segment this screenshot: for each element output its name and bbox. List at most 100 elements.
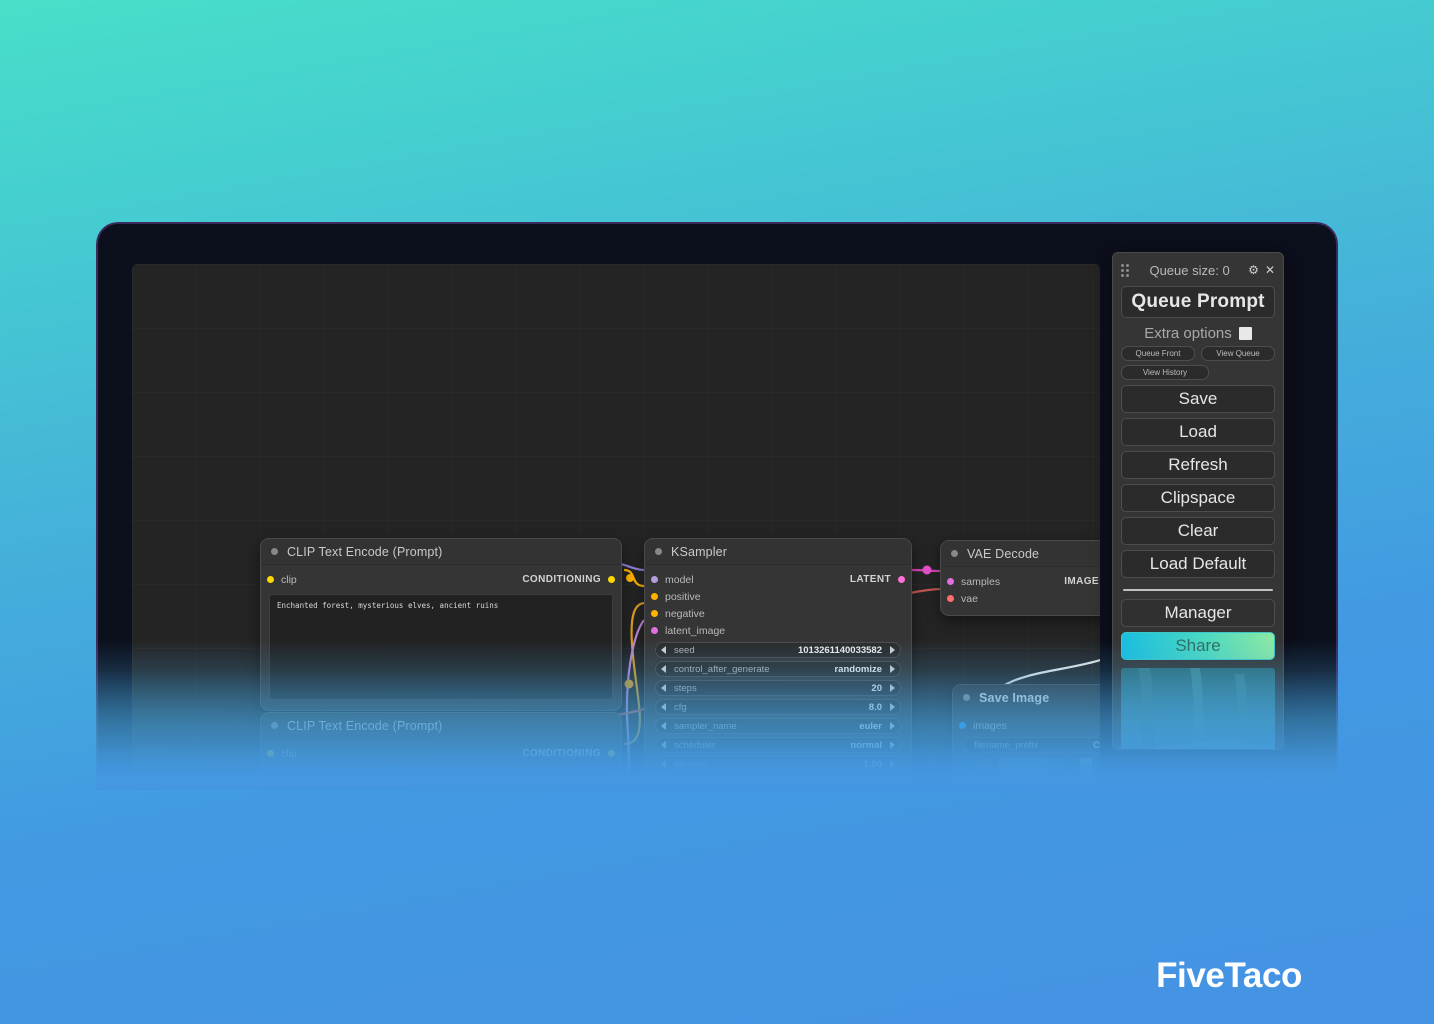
- queue-prompt-button[interactable]: Queue Prompt: [1121, 286, 1275, 318]
- port-vae-icon[interactable]: [947, 595, 954, 602]
- decrement-arrow-icon[interactable]: [661, 760, 666, 768]
- input-slot-label: vae: [961, 592, 978, 605]
- widget-scheduler[interactable]: scheduler normal: [655, 737, 901, 753]
- comfy-menu-panel[interactable]: Queue size: 0 ⚙ ✕ Queue Prompt Extra opt…: [1112, 252, 1284, 750]
- menu-image-preview[interactable]: [1121, 668, 1275, 749]
- node-title-bar[interactable]: CLIP Text Encode (Prompt): [261, 713, 621, 739]
- view-history-button[interactable]: View History: [1121, 365, 1209, 380]
- load-default-button[interactable]: Load Default: [1121, 550, 1275, 578]
- widget-value[interactable]: 1013261140033582: [798, 645, 882, 656]
- view-queue-button[interactable]: View Queue: [1201, 346, 1275, 361]
- extra-options-checkbox[interactable]: [1238, 327, 1252, 340]
- queue-actions-row: Queue Front View Queue: [1121, 346, 1275, 361]
- increment-arrow-icon[interactable]: [890, 684, 895, 692]
- close-icon[interactable]: ✕: [1265, 264, 1275, 276]
- share-button[interactable]: Share: [1121, 632, 1275, 660]
- port-negative-icon[interactable]: [651, 610, 658, 617]
- node-clip-text-encode-positive[interactable]: CLIP Text Encode (Prompt) clip CONDITION…: [260, 538, 622, 711]
- output-slot-conditioning[interactable]: CONDITIONING: [522, 574, 615, 585]
- decrement-arrow-icon[interactable]: [661, 722, 666, 730]
- decrement-arrow-icon[interactable]: [661, 646, 666, 654]
- node-clip-text-encode-negative[interactable]: CLIP Text Encode (Prompt) clip CONDITION…: [260, 712, 622, 782]
- increment-arrow-icon[interactable]: [890, 646, 895, 654]
- port-conditioning-icon[interactable]: [608, 750, 615, 757]
- menu-header: Queue size: 0 ⚙ ✕: [1121, 259, 1275, 281]
- port-latent-image-icon[interactable]: [651, 627, 658, 634]
- collapse-dot-icon[interactable]: [655, 548, 662, 555]
- widget-value[interactable]: 8.0: [869, 702, 882, 713]
- widget-denoise[interactable]: denoise 1.00: [655, 756, 901, 772]
- manager-button[interactable]: Manager: [1121, 599, 1275, 627]
- decrement-arrow-icon[interactable]: [661, 703, 666, 711]
- collapse-dot-icon[interactable]: [951, 550, 958, 557]
- node-save-image[interactable]: Save Image images filename_prefix ComfyU…: [952, 684, 1100, 782]
- queue-size-label: Queue size: 0: [1149, 262, 1230, 278]
- collapse-dot-icon[interactable]: [271, 548, 278, 555]
- input-slot-negative[interactable]: negative: [645, 605, 911, 622]
- port-positive-icon[interactable]: [651, 593, 658, 600]
- load-button[interactable]: Load: [1121, 418, 1275, 446]
- widget-sampler-name[interactable]: sampler_name euler: [655, 718, 901, 734]
- widget-cfg[interactable]: cfg 8.0: [655, 699, 901, 715]
- node-title-bar[interactable]: KSampler: [645, 539, 911, 565]
- save-button[interactable]: Save: [1121, 385, 1275, 413]
- widget-steps[interactable]: steps 20: [655, 680, 901, 696]
- node-title-bar[interactable]: CLIP Text Encode (Prompt): [261, 539, 621, 565]
- port-latent-icon[interactable]: [898, 576, 905, 583]
- increment-arrow-icon[interactable]: [890, 722, 895, 730]
- extra-options-row[interactable]: Extra options: [1121, 325, 1275, 342]
- node-graph-canvas[interactable]: CLIP Text Encode (Prompt) clip CONDITION…: [132, 264, 1100, 782]
- port-images-icon[interactable]: [959, 722, 966, 729]
- widget-value[interactable]: euler: [859, 721, 882, 732]
- output-slot-latent[interactable]: LATENT: [850, 574, 905, 585]
- node-title-bar[interactable]: Save Image: [953, 685, 1100, 711]
- drag-handle-icon[interactable]: [1121, 264, 1131, 277]
- input-slot-latent-image[interactable]: latent_image: [645, 622, 911, 639]
- output-slot-image[interactable]: IMAGE: [1064, 576, 1100, 587]
- widget-value[interactable]: ComfyUI: [1093, 740, 1100, 751]
- input-slot-clip[interactable]: clip: [267, 574, 297, 586]
- input-slot-images[interactable]: images: [953, 717, 1100, 734]
- node-title-label: VAE Decode: [967, 546, 1040, 561]
- generated-image-preview[interactable]: [961, 758, 1100, 782]
- port-samples-icon[interactable]: [947, 578, 954, 585]
- port-conditioning-icon[interactable]: [608, 576, 615, 583]
- widget-value[interactable]: 20: [871, 683, 882, 694]
- clear-button[interactable]: Clear: [1121, 517, 1275, 545]
- port-clip-icon[interactable]: [267, 576, 274, 583]
- decrement-arrow-icon[interactable]: [661, 684, 666, 692]
- node-body: samples IMAGE vae: [941, 567, 1100, 615]
- collapse-dot-icon[interactable]: [271, 722, 278, 729]
- decrement-arrow-icon[interactable]: [661, 665, 666, 673]
- node-title-bar[interactable]: VAE Decode: [941, 541, 1100, 567]
- decrement-arrow-icon[interactable]: [661, 741, 666, 749]
- clipspace-button[interactable]: Clipspace: [1121, 484, 1275, 512]
- widget-control-after-generate[interactable]: control_after_generate randomize: [655, 661, 901, 677]
- refresh-button[interactable]: Refresh: [1121, 451, 1275, 479]
- increment-arrow-icon[interactable]: [890, 760, 895, 768]
- node-ksampler[interactable]: KSampler model LATENT positive negative …: [644, 538, 912, 782]
- input-slot-clip[interactable]: clip: [267, 748, 297, 760]
- widget-value[interactable]: 1.00: [864, 759, 883, 770]
- output-slot-label: CONDITIONING: [522, 574, 601, 585]
- widget-seed[interactable]: seed 1013261140033582: [655, 642, 901, 658]
- output-slot-conditioning[interactable]: CONDITIONING: [522, 748, 615, 759]
- increment-arrow-icon[interactable]: [890, 703, 895, 711]
- input-slot-vae[interactable]: vae: [941, 590, 1100, 607]
- widget-value[interactable]: randomize: [834, 664, 882, 675]
- port-clip-icon[interactable]: [267, 750, 274, 757]
- input-slot-positive[interactable]: positive: [645, 588, 911, 605]
- queue-front-button[interactable]: Queue Front: [1121, 346, 1195, 361]
- increment-arrow-icon[interactable]: [890, 665, 895, 673]
- prompt-textarea[interactable]: text: [269, 768, 613, 782]
- node-vae-decode[interactable]: VAE Decode samples IMAGE vae: [940, 540, 1100, 616]
- input-slot-model[interactable]: model: [651, 574, 694, 586]
- collapse-dot-icon[interactable]: [963, 694, 970, 701]
- widget-value[interactable]: normal: [850, 740, 882, 751]
- port-model-icon[interactable]: [651, 576, 658, 583]
- gear-icon[interactable]: ⚙: [1248, 264, 1259, 276]
- widget-filename-prefix[interactable]: filename_prefix ComfyUI: [963, 737, 1100, 753]
- increment-arrow-icon[interactable]: [890, 741, 895, 749]
- prompt-textarea[interactable]: Enchanted forest, mysterious elves, anci…: [269, 594, 613, 700]
- input-slot-samples[interactable]: samples: [947, 576, 1000, 588]
